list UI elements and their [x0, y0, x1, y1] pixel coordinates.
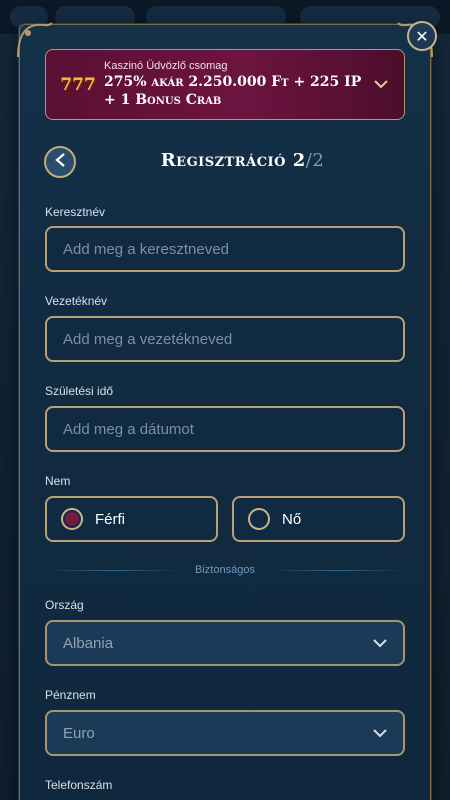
bonus-banner[interactable]: 777 Kaszinó Üdvözlő csomag 275% akár 2.2… — [45, 49, 405, 120]
chevron-down-icon[interactable] — [366, 77, 396, 93]
phone-label: Telefonszám — [45, 778, 113, 792]
gender-option-male[interactable]: Férfi — [45, 496, 218, 542]
last-name-placeholder: Add meg a vezetékneved — [63, 330, 233, 348]
country-select[interactable]: Albania — [45, 620, 405, 666]
first-name-label: Keresztnév — [45, 205, 106, 219]
country-label: Ország — [45, 598, 84, 612]
birth-date-label: Születési idő — [45, 384, 114, 398]
country-value: Albania — [63, 634, 114, 652]
chevron-left-icon — [54, 153, 66, 171]
first-name-input[interactable]: Add meg a keresztneved — [45, 226, 405, 272]
birth-date-placeholder: Add meg a dátumot — [63, 420, 194, 438]
birth-date-input[interactable]: Add meg a dátumot — [45, 406, 405, 452]
last-name-input[interactable]: Add meg a vezetékneved — [45, 316, 405, 362]
page-title-text: Regisztráció 2 — [160, 150, 306, 171]
bonus-offer-line2: + 1 Bonus Crab — [104, 92, 222, 108]
first-name-placeholder: Add meg a keresztneved — [63, 240, 229, 258]
step-indicator: /2 — [305, 150, 325, 171]
radio-selected-icon — [61, 508, 83, 530]
currency-value: Euro — [63, 724, 95, 742]
divider-text: Biztonságos — [195, 564, 255, 576]
divider-line — [45, 569, 182, 571]
chevron-down-icon — [373, 725, 387, 741]
divider-line — [268, 569, 405, 571]
close-icon: ✕ — [415, 26, 429, 46]
gender-option-label: Nő — [282, 510, 302, 528]
gender-label: Nem — [45, 474, 71, 488]
page-title: Regisztráció 2/2 — [80, 150, 405, 171]
currency-label: Pénznem — [45, 688, 96, 702]
bonus-label: Kaszinó Üdvözlő csomag — [104, 60, 228, 72]
chevron-down-icon — [373, 635, 387, 651]
gender-option-female[interactable]: Nő — [232, 496, 405, 542]
last-name-label: Vezetéknév — [45, 294, 108, 308]
currency-select[interactable]: Euro — [45, 710, 405, 756]
bonus-offer-line1: 275% akár 2.250.000 Ft + 225 IP — [104, 74, 362, 90]
secure-divider: Biztonságos — [45, 562, 405, 578]
777-slot-icon: 777 — [60, 74, 96, 95]
radio-unselected-icon — [248, 508, 270, 530]
close-button[interactable]: ✕ — [407, 21, 437, 51]
bonus-text: Kaszinó Üdvözlő csomag 275% akár 2.250.0… — [104, 60, 366, 109]
gender-option-label: Férfi — [95, 510, 125, 528]
back-button[interactable] — [44, 146, 76, 178]
